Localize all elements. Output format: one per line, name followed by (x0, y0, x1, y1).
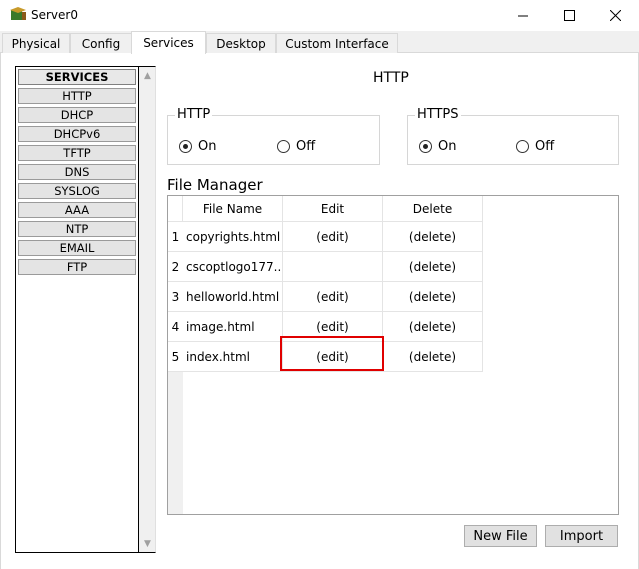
scroll-down-icon[interactable]: ▼ (139, 535, 156, 552)
window-title: Server0 (31, 8, 78, 22)
file-manager-title: File Manager (167, 176, 263, 194)
service-ntp-button[interactable]: NTP (18, 221, 136, 237)
scroll-up-icon[interactable]: ▲ (139, 67, 156, 84)
radio-unchecked-icon (516, 140, 529, 153)
tab-physical[interactable]: Physical (2, 33, 70, 53)
tab-strip: Physical Config Services Desktop Custom … (0, 31, 639, 54)
close-button[interactable] (592, 0, 638, 31)
delete-link[interactable]: (delete) (383, 342, 483, 372)
panel-title: HTTP (373, 70, 409, 86)
packet-tracer-icon (10, 7, 26, 20)
service-email-button[interactable]: EMAIL (18, 240, 136, 256)
delete-link[interactable]: (delete) (383, 252, 483, 282)
http-off-radio[interactable]: Off (277, 139, 315, 154)
file-name-cell: copyrights.html (183, 222, 283, 252)
new-file-button[interactable]: New File (464, 525, 537, 547)
tab-services[interactable]: Services (131, 31, 206, 54)
service-aaa-button[interactable]: AAA (18, 202, 136, 218)
http-on-label: On (198, 139, 217, 154)
row-number: 3 (168, 282, 183, 312)
delete-link[interactable]: (delete) (383, 312, 483, 342)
maximize-icon (563, 10, 575, 21)
column-header-file-name: File Name (183, 196, 283, 222)
radio-checked-icon (419, 140, 432, 153)
edit-link[interactable]: (edit) (283, 222, 383, 252)
row-number: 2 (168, 252, 183, 282)
maximize-button[interactable] (546, 0, 592, 31)
tab-custom-interface[interactable]: Custom Interface (276, 33, 398, 53)
http-off-label: Off (296, 139, 316, 154)
edit-cell-empty (283, 252, 383, 282)
delete-link[interactable]: (delete) (383, 282, 483, 312)
minimize-button[interactable] (500, 0, 546, 31)
services-list: SERVICES HTTP DHCP DHCPv6 TFTP DNS SYSLO… (15, 66, 139, 553)
services-scrollbar[interactable]: ▲ ▼ (139, 66, 156, 553)
http-group: HTTP On Off (167, 107, 380, 165)
http-on-radio[interactable]: On (179, 139, 216, 154)
file-name-cell: helloworld.html (183, 282, 283, 312)
services-header: SERVICES (18, 69, 136, 85)
row-number: 5 (168, 342, 183, 372)
column-header-delete: Delete (383, 196, 483, 222)
file-manager-table: File Name Edit Delete 1 copyrights.html … (167, 195, 619, 515)
column-header-edit: Edit (283, 196, 383, 222)
https-on-label: On (438, 139, 457, 154)
row-number: 4 (168, 312, 183, 342)
import-button[interactable]: Import (545, 525, 618, 547)
service-tftp-button[interactable]: TFTP (18, 145, 136, 161)
radio-checked-icon (179, 140, 192, 153)
radio-unchecked-icon (277, 140, 290, 153)
service-dns-button[interactable]: DNS (18, 164, 136, 180)
minimize-icon (517, 15, 528, 17)
close-icon (609, 10, 621, 21)
edit-link[interactable]: (edit) (283, 282, 383, 312)
edit-link[interactable]: (edit) (283, 342, 383, 372)
https-on-radio[interactable]: On (419, 139, 456, 154)
tab-config[interactable]: Config (70, 33, 132, 53)
table-corner (168, 196, 183, 222)
service-dhcp-button[interactable]: DHCP (18, 107, 136, 123)
https-group-legend: HTTPS (415, 107, 461, 122)
service-http-button[interactable]: HTTP (18, 88, 136, 104)
service-syslog-button[interactable]: SYSLOG (18, 183, 136, 199)
row-number: 1 (168, 222, 183, 252)
tab-desktop[interactable]: Desktop (206, 33, 276, 53)
delete-link[interactable]: (delete) (383, 222, 483, 252)
https-group: HTTPS On Off (407, 107, 619, 165)
edit-link[interactable]: (edit) (283, 312, 383, 342)
service-dhcpv6-button[interactable]: DHCPv6 (18, 126, 136, 142)
file-name-cell: cscoptlogo177... (183, 252, 283, 282)
title-bar: Server0 (0, 0, 639, 31)
file-name-cell: index.html (183, 342, 283, 372)
service-ftp-button[interactable]: FTP (18, 259, 136, 275)
https-off-radio[interactable]: Off (516, 139, 554, 154)
services-content: SERVICES HTTP DHCP DHCPv6 TFTP DNS SYSLO… (0, 53, 639, 569)
file-name-cell: image.html (183, 312, 283, 342)
http-group-legend: HTTP (175, 107, 213, 122)
https-off-label: Off (535, 139, 555, 154)
